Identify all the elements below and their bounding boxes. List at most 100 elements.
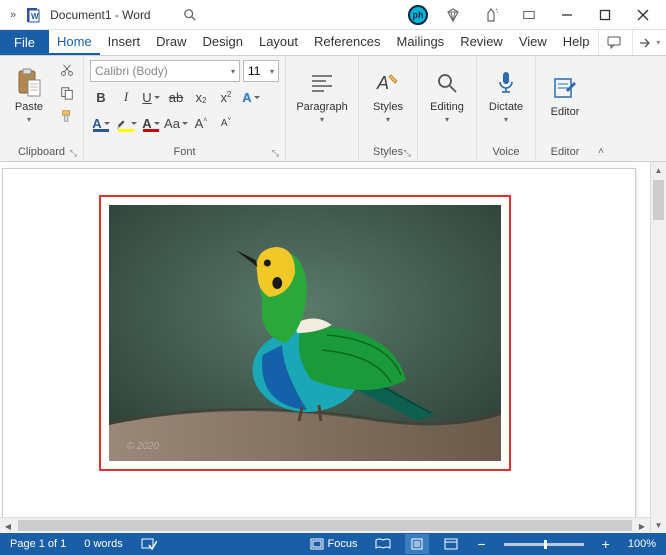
format-painter-button[interactable] [57,106,77,126]
zoom-level[interactable]: 100% [624,534,660,554]
quick-access-chevron[interactable]: » [4,9,22,21]
strikethrough-button[interactable]: ab [165,86,187,108]
tab-review[interactable]: Review [452,30,511,55]
diamond-icon[interactable] [434,1,472,29]
print-layout-button[interactable] [405,534,429,554]
vscroll-thumb[interactable] [653,180,664,220]
tab-help[interactable]: Help [555,30,598,55]
tab-insert[interactable]: Insert [100,30,149,55]
highlight-button[interactable] [115,112,137,134]
title-bar: » W Document1 - Word ph [0,0,666,30]
shrink-font-button[interactable]: A˅ [215,112,237,134]
editor-button[interactable]: Editor [542,60,588,130]
editing-label [424,156,470,161]
editing-button[interactable]: Editing ▾ [424,60,470,130]
ribbon-options-icon[interactable] [510,1,548,29]
svg-text:A: A [376,73,389,93]
copy-button[interactable] [57,83,77,103]
zoom-in-button[interactable]: + [598,534,614,554]
paragraph-btn-label: Paragraph [296,101,347,113]
styles-btn-label: Styles [373,101,403,113]
scroll-left-button[interactable]: ◀ [0,518,16,533]
hscroll-thumb[interactable] [18,520,632,531]
tab-view[interactable]: View [511,30,555,55]
read-mode-button[interactable] [371,534,395,554]
file-tab[interactable]: File [0,30,49,55]
superscript-button[interactable]: x2 [215,86,237,108]
paste-button[interactable]: Paste ▾ [6,60,52,130]
editor-btn-label: Editor [551,106,580,118]
clipboard-group: Paste ▾ Clipboard⤡ [0,56,84,161]
text-effects-button[interactable]: A [240,86,262,108]
editing-group: Editing ▾ [418,56,477,161]
scroll-down-button[interactable]: ▼ [651,517,666,533]
document-title: Document1 - Word [50,8,150,22]
font-dialog-launcher[interactable]: ⤡ [272,148,279,159]
minimize-button[interactable] [548,1,586,29]
scroll-right-button[interactable]: ▶ [634,518,650,533]
tab-mailings[interactable]: Mailings [389,30,453,55]
svg-text:© 2020: © 2020 [127,441,159,452]
tab-references[interactable]: References [306,30,388,55]
bold-button[interactable]: B [90,86,112,108]
editing-btn-label: Editing [430,101,464,113]
clipboard-dialog-launcher[interactable]: ⤡ [70,148,77,159]
zoom-out-button[interactable]: − [473,534,489,554]
change-case-button[interactable]: Aa [165,112,187,134]
editor-group: Editor Editor [536,56,594,161]
tab-layout[interactable]: Layout [251,30,306,55]
paragraph-label [292,156,352,161]
font-group: Calibri (Body)▾ 11▾ B I U ab x2 x2 A A A… [84,56,286,161]
find-icon [436,67,458,99]
share-button[interactable]: ▾ [632,30,666,55]
vertical-scrollbar[interactable]: ▲ ▼ [650,162,666,533]
styles-label: Styles⤡ [365,144,411,161]
voice-label: Voice [483,144,529,161]
font-name-combo[interactable]: Calibri (Body)▾ [90,60,240,82]
page-number-status[interactable]: Page 1 of 1 [6,534,70,554]
dictate-btn-label: Dictate [489,101,523,113]
font-size-combo[interactable]: 11▾ [243,60,279,82]
subscript-button[interactable]: x2 [190,86,212,108]
styles-icon: A [375,67,401,99]
zoom-slider[interactable] [504,543,584,546]
word-count-status[interactable]: 0 words [80,534,127,554]
italic-button[interactable]: I [115,86,137,108]
ribbon-tabs: File Home Insert Draw Design Layout Refe… [0,30,666,56]
status-bar: Page 1 of 1 0 words Focus − + 100% [0,533,666,555]
styles-dialog-launcher[interactable]: ⤡ [404,148,411,159]
font-color-button[interactable]: A [140,112,162,134]
paragraph-button[interactable]: Paragraph ▾ [292,60,352,130]
paragraph-icon [310,67,334,99]
cut-button[interactable] [57,60,77,80]
spell-check-status[interactable] [137,534,161,554]
focus-mode-button[interactable]: Focus [306,534,362,554]
tab-draw[interactable]: Draw [148,30,194,55]
grow-font-button[interactable]: A˄ [190,112,212,134]
ribbon: Paste ▾ Clipboard⤡ Calibri (Body)▾ 11 [0,56,666,162]
word-doc-icon: W [26,7,42,23]
scroll-up-button[interactable]: ▲ [651,162,666,178]
search-icon[interactable] [171,1,209,29]
dictate-button[interactable]: Dictate ▾ [483,60,529,130]
comments-button[interactable] [598,30,632,55]
close-button[interactable] [624,1,662,29]
inserted-image[interactable]: © 2020 [109,205,501,461]
selected-image-frame[interactable]: © 2020 [99,195,511,471]
styles-button[interactable]: A Styles ▾ [365,60,411,130]
underline-button[interactable]: U [140,86,162,108]
horizontal-scrollbar[interactable]: ◀ ▶ [0,517,650,533]
tab-design[interactable]: Design [195,30,251,55]
web-layout-button[interactable] [439,534,463,554]
collapse-ribbon-button[interactable]: ˄ [598,146,604,157]
microphone-icon [495,67,517,99]
page[interactable]: © 2020 [2,168,636,533]
tab-home[interactable]: Home [49,30,100,55]
account-badge[interactable]: ph [408,5,428,25]
zoom-slider-handle[interactable] [544,540,547,549]
document-area[interactable]: © 2020 ▲ ▼ ◀ ▶ [0,162,666,533]
coming-soon-icon[interactable] [472,1,510,29]
maximize-button[interactable] [586,1,624,29]
font-color-outline-button[interactable]: A [90,112,112,134]
voice-group: Dictate ▾ Voice [477,56,536,161]
